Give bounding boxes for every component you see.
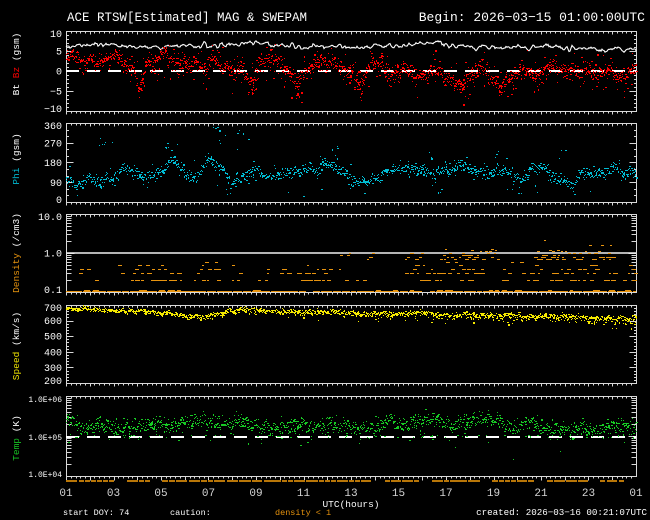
svg-text:created: 2026−03−16 00:21:07U: created: 2026−03−16 00:21:07UTC: [476, 507, 647, 518]
svg-text:0: 0: [56, 196, 62, 207]
svg-text:700: 700: [44, 304, 62, 315]
svg-text:1.0E+05: 1.0E+05: [28, 434, 62, 443]
svg-text:500: 500: [44, 333, 62, 344]
svg-text:Density (/cm3): Density (/cm3): [11, 213, 22, 293]
svg-text:Speed (km/s): Speed (km/s): [11, 312, 22, 380]
svg-text:03: 03: [107, 488, 120, 500]
svg-text:5: 5: [56, 48, 62, 59]
svg-text:09: 09: [249, 488, 262, 500]
svg-text:300: 300: [44, 364, 62, 375]
svg-text:200: 200: [44, 377, 62, 388]
svg-text:19: 19: [487, 488, 500, 500]
svg-text:400: 400: [44, 348, 62, 359]
svg-text:Bt Bz (gsm): Bt Bz (gsm): [11, 33, 22, 96]
svg-text:01: 01: [59, 488, 73, 500]
svg-text:ACE RTSW[Estimated] MAG & SWEP: ACE RTSW[Estimated] MAG & SWEPAM: [67, 11, 307, 25]
svg-text:10: 10: [50, 30, 62, 41]
svg-text:start DOY: 74: start DOY: 74: [63, 508, 129, 518]
svg-text:Temp (K): Temp (K): [11, 415, 22, 461]
svg-text:1.0: 1.0: [44, 250, 62, 261]
svg-text:270: 270: [44, 139, 62, 150]
svg-text:05: 05: [154, 488, 167, 500]
svg-text:0: 0: [56, 68, 62, 79]
svg-text:15: 15: [392, 488, 405, 500]
svg-text:0.1: 0.1: [44, 286, 62, 297]
svg-text:90: 90: [50, 179, 62, 190]
svg-text:1.0E+06: 1.0E+06: [28, 396, 62, 405]
svg-text:180: 180: [44, 159, 62, 170]
svg-text:600: 600: [44, 317, 62, 328]
svg-text:1.0E+04: 1.0E+04: [28, 471, 62, 480]
svg-text:01: 01: [629, 488, 643, 500]
svg-text:Phi (gsm): Phi (gsm): [11, 133, 22, 184]
svg-text:−10: −10: [44, 105, 62, 116]
svg-text:density < 1: density < 1: [275, 508, 331, 518]
svg-text:17: 17: [439, 488, 452, 500]
svg-text:−5: −5: [50, 88, 62, 99]
svg-text:caution:: caution:: [170, 508, 211, 518]
svg-text:21: 21: [534, 488, 548, 500]
svg-text:07: 07: [202, 488, 215, 500]
svg-text:23: 23: [582, 488, 595, 500]
svg-text:360: 360: [44, 122, 62, 133]
svg-text:Begin: 2026−03−15 01:00:00UTC: Begin: 2026−03−15 01:00:00UTC: [419, 10, 645, 25]
svg-text:10.0: 10.0: [38, 213, 62, 224]
svg-text:11: 11: [297, 488, 311, 500]
